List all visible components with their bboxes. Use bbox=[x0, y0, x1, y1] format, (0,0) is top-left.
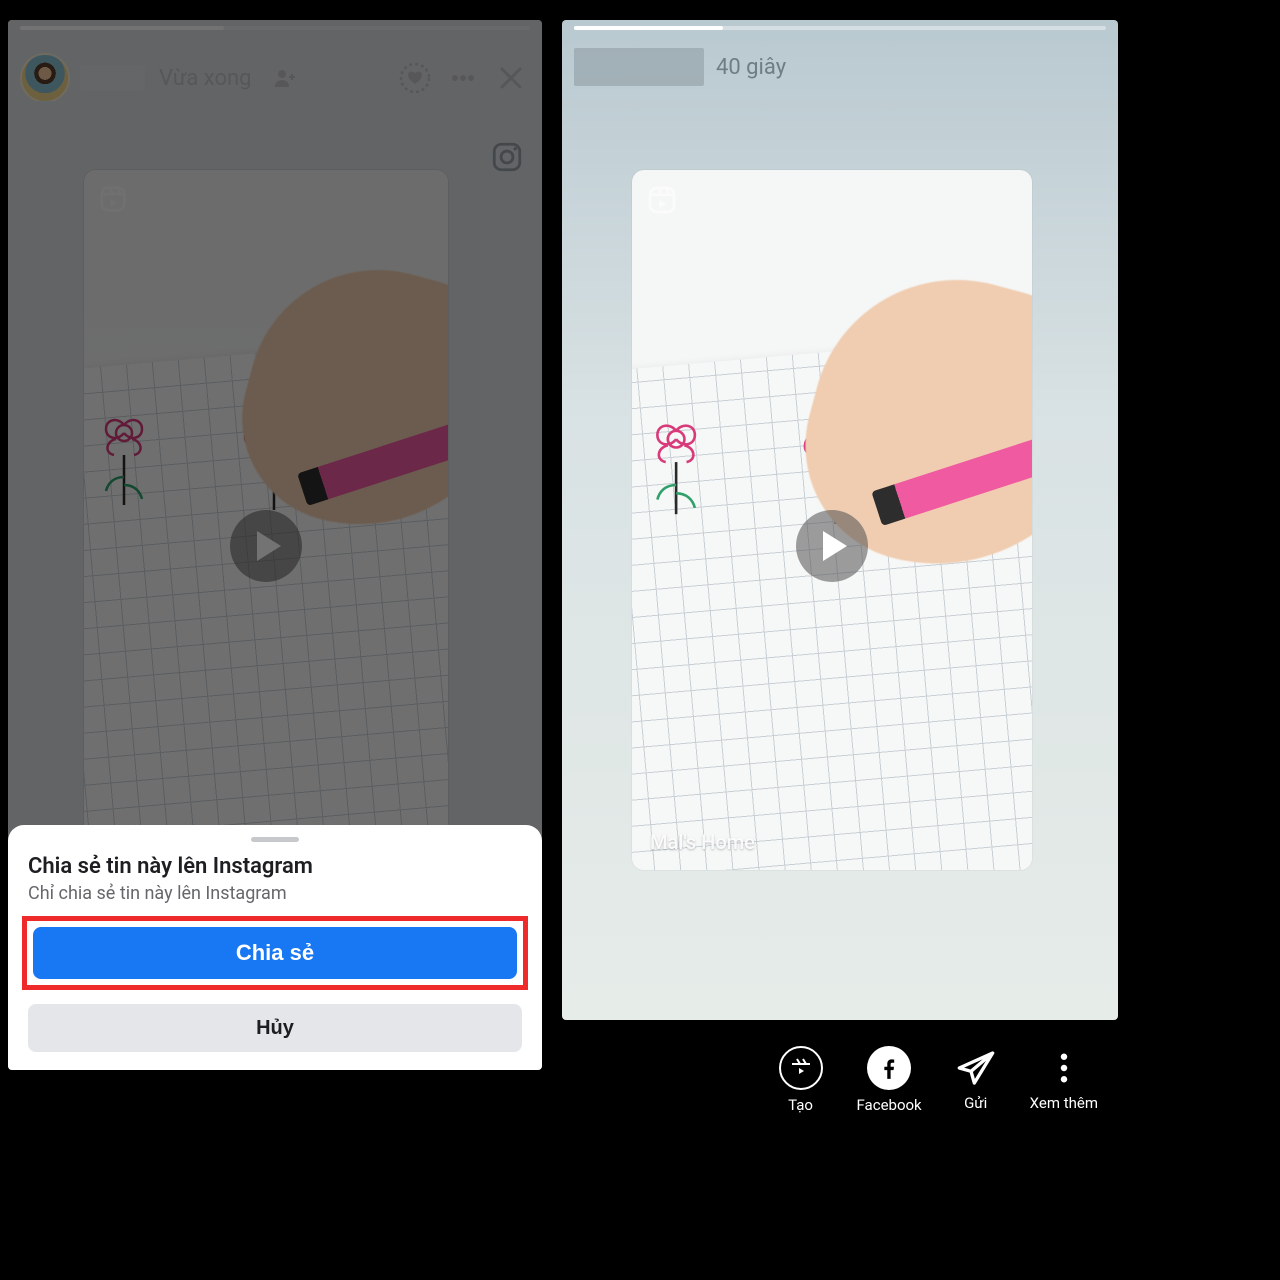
reels-icon bbox=[779, 1046, 823, 1090]
sheet-grabber[interactable] bbox=[251, 837, 299, 842]
reel-badge-icon bbox=[646, 184, 678, 216]
story-progress-fill bbox=[574, 26, 723, 30]
close-icon[interactable] bbox=[492, 59, 530, 97]
story-content-card[interactable]: Mal's Home bbox=[632, 170, 1032, 870]
send-action[interactable]: Gửi bbox=[956, 1048, 996, 1112]
story-progress bbox=[20, 26, 530, 30]
facebook-icon bbox=[867, 1046, 911, 1090]
play-button[interactable] bbox=[230, 510, 302, 582]
share-button[interactable]: Chia sẻ bbox=[33, 927, 517, 979]
create-label: Tạo bbox=[788, 1096, 813, 1114]
cancel-button[interactable]: Hủy bbox=[28, 1004, 522, 1052]
instagram-story-editor: 40 giây bbox=[562, 20, 1118, 1020]
instagram-icon[interactable] bbox=[490, 140, 528, 178]
sheet-subtitle: Chỉ chia sẻ tin này lên Instagram bbox=[28, 883, 522, 904]
reel-badge-icon bbox=[98, 184, 128, 214]
facebook-action[interactable]: Facebook bbox=[857, 1046, 922, 1114]
sheet-title: Chia sẻ tin này lên Instagram bbox=[28, 854, 522, 879]
editor-header: 40 giây bbox=[574, 48, 786, 86]
poster-name-redacted bbox=[80, 65, 145, 91]
send-label: Gửi bbox=[964, 1094, 987, 1112]
play-icon bbox=[251, 531, 281, 561]
more-label: Xem thêm bbox=[1030, 1094, 1098, 1112]
story-progress bbox=[574, 26, 1106, 30]
more-action[interactable]: Xem thêm bbox=[1030, 1048, 1098, 1112]
more-dots-icon[interactable] bbox=[444, 59, 482, 97]
kebab-icon bbox=[1049, 1048, 1079, 1088]
video-watermark: Mal's Home bbox=[650, 830, 755, 854]
highlight-annotation: Chia sẻ bbox=[22, 916, 528, 990]
play-icon bbox=[817, 531, 847, 561]
poster-name-block[interactable]: Vừa xong bbox=[80, 59, 304, 97]
poster-name-redacted bbox=[574, 48, 704, 86]
heart-ring-icon[interactable] bbox=[396, 59, 434, 97]
share-bottom-sheet: Chia sẻ tin này lên Instagram Chỉ chia s… bbox=[8, 825, 542, 1070]
story-content-card[interactable]: Mal's Home bbox=[84, 170, 448, 860]
create-action[interactable]: Tạo bbox=[779, 1046, 823, 1114]
play-button[interactable] bbox=[796, 510, 868, 582]
story-progress-fill bbox=[20, 26, 224, 30]
composite-screenshot: Vừa xong bbox=[0, 0, 1280, 1280]
story-action-bar: Tạo Facebook Gửi Xem thêm bbox=[562, 1030, 1118, 1130]
paper-plane-icon bbox=[956, 1048, 996, 1088]
story-time-label: 40 giây bbox=[716, 55, 786, 80]
facebook-label: Facebook bbox=[857, 1096, 922, 1114]
friend-tag-icon bbox=[266, 59, 304, 97]
avatar[interactable] bbox=[20, 53, 70, 103]
facebook-story-viewer: Vừa xong bbox=[8, 20, 542, 1070]
story-time-label: Vừa xong bbox=[159, 66, 252, 91]
story-header: Vừa xong bbox=[20, 48, 530, 108]
